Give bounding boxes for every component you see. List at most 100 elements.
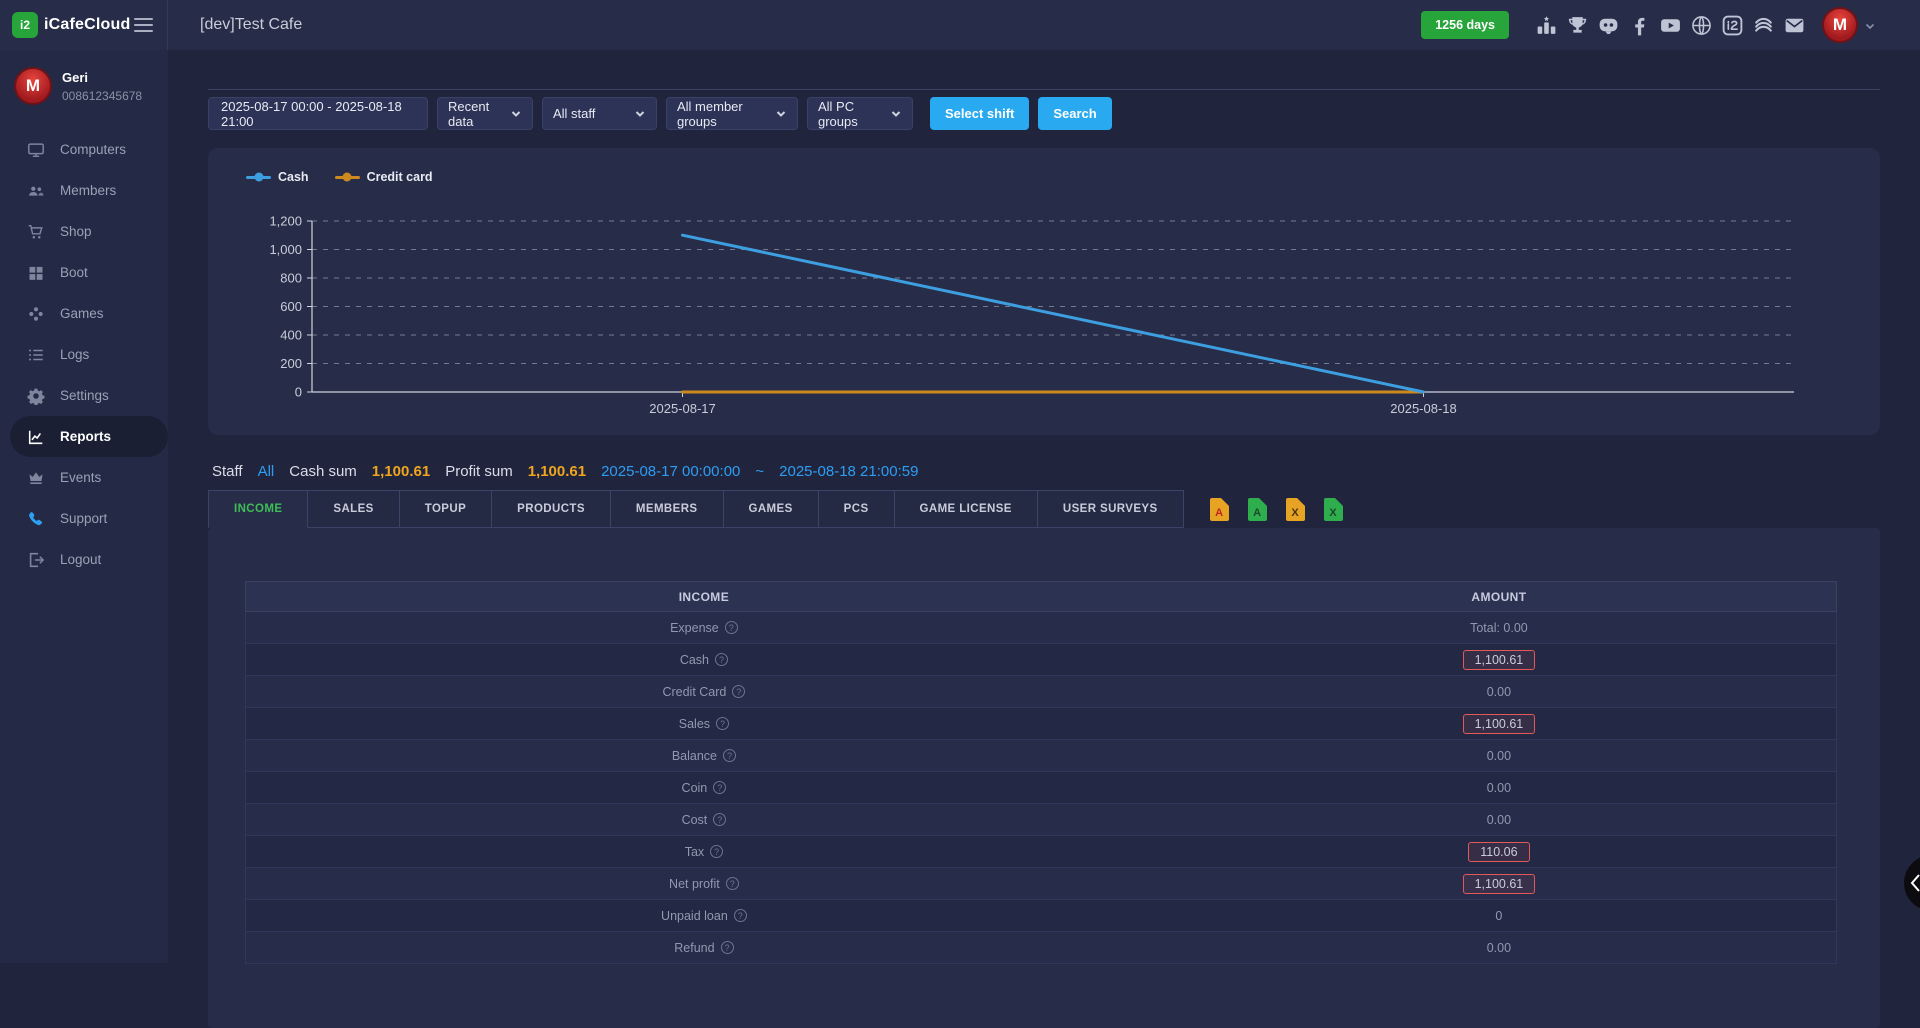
sidebar-item-shop[interactable]: Shop — [0, 211, 168, 252]
sidebar-item-settings[interactable]: Settings — [0, 375, 168, 416]
row-amount: 1,100.61 — [1463, 874, 1536, 894]
sidebar-item-logout[interactable]: Logout — [0, 539, 168, 580]
select-shift-button[interactable]: Select shift — [930, 97, 1029, 130]
chart-icon — [27, 428, 45, 446]
member-group-select[interactable]: All member groups — [666, 97, 798, 130]
help-icon[interactable] — [726, 877, 739, 890]
user-phone: 008612345678 — [62, 89, 142, 103]
table-row: Sales1,100.61 — [245, 708, 1837, 740]
cart-icon — [27, 223, 45, 241]
pc-group-select[interactable]: All PC groups — [807, 97, 913, 130]
users-icon — [27, 182, 45, 200]
svg-text:1,000: 1,000 — [269, 242, 302, 257]
crown-icon — [27, 469, 45, 487]
tab-games[interactable]: GAMES — [724, 490, 819, 528]
tab-income[interactable]: INCOME — [208, 490, 308, 528]
help-icon[interactable] — [721, 941, 734, 954]
user-avatar[interactable]: M — [1822, 7, 1858, 43]
tab-products[interactable]: PRODUCTS — [492, 490, 611, 528]
legend-item[interactable]: Cash — [246, 170, 309, 184]
chart-legend: Cash Credit card — [246, 170, 433, 184]
sidebar-item-boot[interactable]: Boot — [0, 252, 168, 293]
chart-panel: CashCredit card 02004006008001,0001,2002… — [208, 148, 1880, 435]
windows-icon — [27, 264, 45, 282]
brand[interactable]: i2 iCafeCloud — [12, 12, 130, 38]
dots-icon — [27, 305, 45, 323]
tab-topup[interactable]: TOPUP — [400, 490, 492, 528]
list-icon — [27, 346, 45, 364]
sidebar-menu: Computers MembersShopBootGames Logs Setting… — [0, 129, 168, 580]
help-icon[interactable] — [732, 685, 745, 698]
export-pdf-green-icon[interactable]: A — [1248, 498, 1267, 521]
export-pdf-yellow-icon[interactable]: A — [1210, 498, 1229, 521]
sidebar-user[interactable]: M Geri 008612345678 — [0, 50, 168, 105]
sidebar-item-label: Events — [60, 470, 101, 485]
sidebar-item-support[interactable]: Support — [0, 498, 168, 539]
table-row: Unpaid loan0 — [245, 900, 1837, 932]
icafecloud-icon[interactable] — [1721, 14, 1744, 37]
table-row: Cost0.00 — [245, 804, 1837, 836]
recent-data-select[interactable]: Recent data — [437, 97, 533, 130]
tabs-row: INCOMESALESTOPUPPRODUCTSMEMBERSGAMESPCSG… — [208, 490, 1343, 528]
mail-icon[interactable] — [1783, 14, 1806, 37]
help-icon[interactable] — [710, 845, 723, 858]
search-button[interactable]: Search — [1038, 97, 1111, 130]
chevron-down-icon[interactable] — [1864, 19, 1876, 31]
topbar-actions: 1256 days M — [1421, 7, 1920, 43]
trophy-icon[interactable] — [1566, 14, 1589, 37]
ranking-icon[interactable] — [1535, 14, 1558, 37]
sidebar-item-members[interactable]: Members — [0, 170, 168, 211]
profit-sum-label: Profit sum — [445, 463, 513, 480]
facebook-icon[interactable] — [1628, 14, 1651, 37]
export-excel-green-icon[interactable]: X — [1324, 498, 1343, 521]
table-header: INCOME AMOUNT — [245, 581, 1837, 612]
staff-value[interactable]: All — [258, 463, 275, 480]
row-amount: 1,100.61 — [1463, 650, 1536, 670]
select-value: Recent data — [448, 99, 502, 129]
income-panel: INCOME AMOUNT ExpenseTotal: 0.00Cash1,10… — [208, 528, 1880, 1028]
period-end[interactable]: 2025-08-18 21:00:59 — [779, 463, 918, 480]
waves-icon[interactable] — [1752, 14, 1775, 37]
sidebar-item-games[interactable]: Games — [0, 293, 168, 334]
discord-icon[interactable] — [1597, 14, 1620, 37]
cash-sum-value: 1,100.61 — [372, 463, 430, 480]
main-content: 2025-08-17 00:00 - 2025-08-18 21:00 Rece… — [168, 50, 1920, 963]
staff-label: Staff — [212, 463, 243, 480]
brand-name: iCafeCloud — [44, 16, 130, 34]
row-label: Net profit — [669, 877, 720, 891]
help-icon[interactable] — [725, 621, 738, 634]
tab-sales[interactable]: SALES — [308, 490, 399, 528]
hamburger-menu-icon[interactable] — [134, 18, 153, 32]
sidebar-item-computers[interactable]: Computers — [0, 129, 168, 170]
sidebar-item-logs[interactable]: Logs — [0, 334, 168, 375]
youtube-icon[interactable] — [1659, 14, 1682, 37]
sidebar-item-events[interactable]: Events — [0, 457, 168, 498]
tab-pcs[interactable]: PCS — [819, 490, 895, 528]
sidebar-item-label: Computers — [60, 142, 126, 157]
help-icon[interactable] — [713, 813, 726, 826]
gear-icon — [27, 387, 45, 405]
help-icon[interactable] — [713, 781, 726, 794]
help-icon[interactable] — [734, 909, 747, 922]
chevron-down-icon — [510, 108, 522, 120]
tab-user-surveys[interactable]: USER SURVEYS — [1038, 490, 1184, 528]
period-start[interactable]: 2025-08-17 00:00:00 — [601, 463, 740, 480]
globe-icon[interactable] — [1690, 14, 1713, 37]
export-excel-yellow-icon[interactable]: X — [1286, 498, 1305, 521]
cash-sum-label: Cash sum — [289, 463, 357, 480]
help-icon[interactable] — [723, 749, 736, 762]
sidebar-item-reports[interactable]: Reports — [10, 416, 168, 457]
tab-game-license[interactable]: GAME LICENSE — [895, 490, 1038, 528]
tab-members[interactable]: MEMBERS — [611, 490, 724, 528]
svg-text:2025-08-17: 2025-08-17 — [649, 401, 716, 416]
legend-item[interactable]: Credit card — [335, 170, 433, 184]
report-tabs: INCOMESALESTOPUPPRODUCTSMEMBERSGAMESPCSG… — [208, 490, 1184, 528]
staff-select[interactable]: All staff — [542, 97, 657, 130]
sidebar-item-label: Settings — [60, 388, 109, 403]
help-icon[interactable] — [716, 717, 729, 730]
sidebar-item-label: Logs — [60, 347, 89, 362]
row-amount: 0.00 — [1487, 813, 1511, 827]
date-range-input[interactable]: 2025-08-17 00:00 - 2025-08-18 21:00 — [208, 97, 428, 130]
help-icon[interactable] — [715, 653, 728, 666]
days-badge[interactable]: 1256 days — [1421, 11, 1509, 39]
